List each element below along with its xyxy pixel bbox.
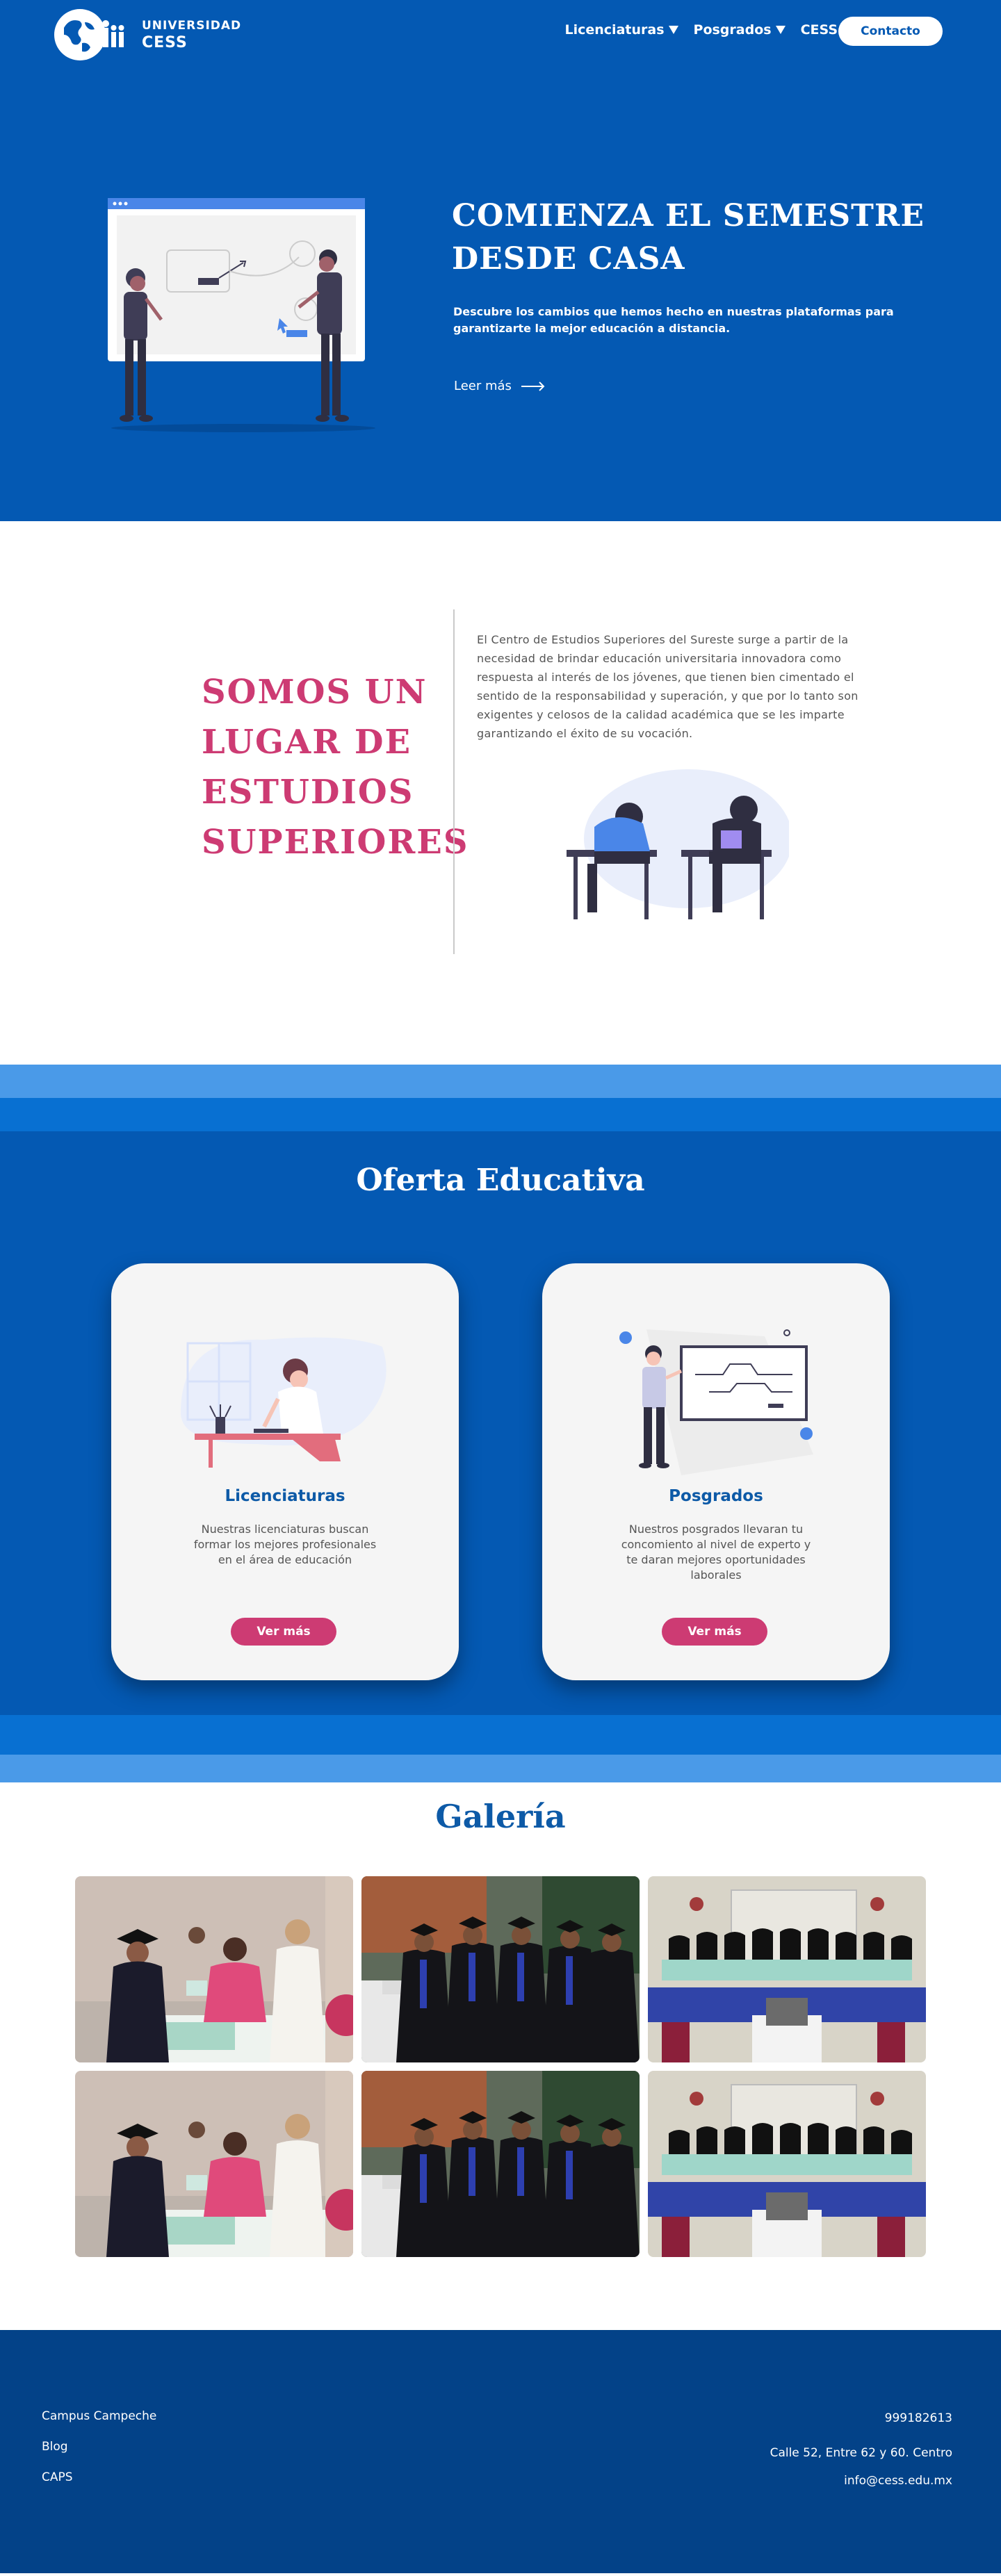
card-posgrados: Posgrados Nuestros posgrados llevaran tu… [542, 1263, 890, 1680]
ver-mas-posgrados-button[interactable]: Ver más [662, 1618, 767, 1646]
card-title-licenciaturas: Licenciaturas [225, 1487, 345, 1505]
menu-label-licenciaturas: Licenciaturas [564, 22, 665, 38]
hero-title: COMIENZA EL SEMESTRE DESDE CASA [452, 198, 925, 277]
menu-label-posgrados: Posgrados [693, 22, 772, 38]
logo[interactable]: UNIVERSIDAD CESS [54, 8, 241, 61]
footer-links: Campus Campeche Blog CAPS [42, 2409, 156, 2501]
footer-link-blog[interactable]: Blog [42, 2440, 156, 2454]
top-navbar: UNIVERSIDAD CESS Licenciaturas Posgrados… [0, 0, 1001, 69]
gallery-section: Galería [0, 1782, 1001, 2330]
graduation-diploma-photo[interactable] [75, 2071, 353, 2257]
presentation-illustration [97, 195, 389, 438]
about-divider [453, 609, 455, 954]
main-menu: Licenciaturas Posgrados CESS [550, 22, 852, 38]
arrow-right-icon [521, 381, 545, 391]
decorative-stripe [0, 1098, 1001, 1131]
offer-title: Oferta Educativa [356, 1163, 645, 1198]
decorative-stripe [0, 1065, 1001, 1098]
decorative-stripe [0, 1715, 1001, 1755]
offer-section: Oferta Educativa Licenciaturas Nuestras … [0, 1131, 1001, 1715]
menu-item-posgrados[interactable]: Posgrados [694, 22, 786, 38]
logo-line-2: CESS [142, 33, 188, 51]
card-description-posgrados: Nuestros posgrados llevaran tu concomien… [621, 1523, 811, 1582]
card-title-posgrados: Posgrados [669, 1487, 763, 1505]
footer-phone: 999182613 [884, 2411, 952, 2425]
globe-logo-icon [54, 8, 132, 61]
graduation-diploma-photo[interactable] [75, 1876, 353, 2062]
read-more-label: Leer más [454, 379, 512, 393]
group-graduation-photo[interactable] [648, 2071, 926, 2257]
gallery-grid [75, 1876, 926, 2257]
group-graduation-photo[interactable] [648, 1876, 926, 2062]
read-more-link[interactable]: Leer más [454, 379, 545, 393]
student-writing-illustration [174, 1315, 396, 1482]
menu-label-cess: CESS [800, 22, 838, 38]
about-text: El Centro de Estudios Superiores del Sur… [477, 633, 858, 740]
footer: Campus Campeche Blog CAPS 999182613 Call… [0, 2330, 1001, 2573]
card-description-licenciaturas: Nuestras licenciaturas buscan formar los… [193, 1523, 377, 1566]
ver-mas-licenciaturas-button[interactable]: Ver más [231, 1618, 336, 1646]
about-section: SOMOS UN LUGAR DE ESTUDIOS SUPERIORES El… [0, 521, 1001, 1065]
card-licenciaturas: Licenciaturas Nuestras licenciaturas bus… [111, 1263, 459, 1680]
hero-subtitle: Descubre los cambios que hemos hecho en … [453, 305, 894, 335]
menu-item-licenciaturas[interactable]: Licenciaturas [565, 22, 678, 38]
gallery-title: Galería [435, 1798, 566, 1835]
footer-link-campus[interactable]: Campus Campeche [42, 2409, 156, 2423]
caret-down-icon [668, 26, 678, 34]
footer-link-caps[interactable]: CAPS [42, 2470, 156, 2484]
decorative-stripe [0, 1755, 1001, 1782]
footer-contact-info: 999182613 Calle 52, Entre 62 y 60. Centr… [744, 2409, 952, 2500]
logo-line-1: UNIVERSIDAD [142, 18, 242, 33]
hero-section: UNIVERSIDAD CESS Licenciaturas Posgrados… [0, 0, 1001, 521]
presenter-board-illustration [605, 1315, 827, 1482]
footer-address: Calle 52, Entre 62 y 60. Centro [770, 2446, 952, 2460]
footer-email[interactable]: info@cess.edu.mx [744, 2472, 952, 2490]
caret-down-icon [775, 26, 786, 34]
graduates-seated-photo[interactable] [361, 1876, 640, 2062]
contact-button[interactable]: Contacto [838, 17, 943, 46]
students-studying-illustration [567, 761, 792, 928]
graduates-seated-photo[interactable] [361, 2071, 640, 2257]
about-title: SOMOS UN LUGAR DE ESTUDIOS SUPERIORES [202, 673, 469, 862]
